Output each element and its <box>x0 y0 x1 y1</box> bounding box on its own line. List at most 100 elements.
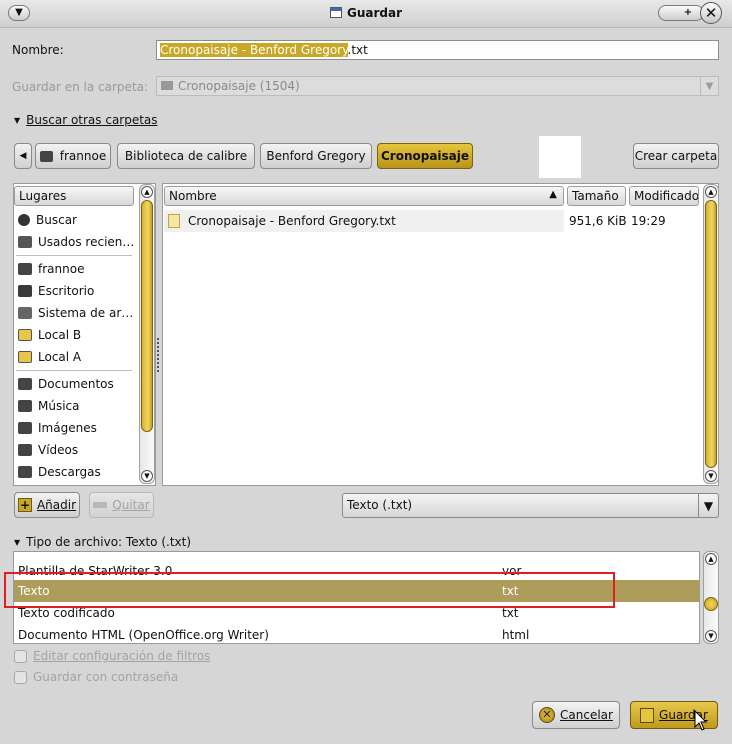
scroll-down-icon[interactable]: ▼ <box>705 630 717 642</box>
column-header-label: Tamaño <box>572 189 619 203</box>
path-segment-calibre[interactable]: Biblioteca de calibre <box>117 143 255 169</box>
name-label: Nombre: <box>12 43 64 57</box>
music-icon <box>18 400 32 412</box>
column-header-label: Nombre <box>169 189 217 203</box>
scroll-down-icon[interactable]: ▼ <box>705 470 717 482</box>
pictures-icon <box>18 422 32 434</box>
place-desktop[interactable]: Escritorio <box>14 280 134 302</box>
window-title-container: Guardar <box>0 6 732 20</box>
path-back-button[interactable]: ◀ <box>14 143 32 169</box>
sort-ascending-icon: ▲ <box>549 189 557 200</box>
place-downloads[interactable]: Descargas <box>14 461 134 483</box>
password-label: Guardar con contraseña <box>33 670 179 684</box>
highlight-annotation-box <box>4 572 615 608</box>
path-blank-area <box>539 136 581 178</box>
place-label: Descargas <box>38 465 101 479</box>
cancel-label: Cancelar <box>560 708 613 722</box>
text-file-icon <box>168 214 180 228</box>
save-in-label: Guardar en la carpeta: <box>12 80 148 94</box>
filesystem-icon <box>18 307 32 319</box>
close-button[interactable]: ✕ <box>700 2 722 24</box>
place-label: Sistema de ar… <box>38 306 134 320</box>
place-filesystem[interactable]: Sistema de ar… <box>14 302 134 324</box>
dropdown-arrow-icon: ▼ <box>698 494 718 517</box>
column-header-name[interactable]: Nombre ▲ <box>164 186 564 206</box>
filetype-name: Texto codificado <box>18 606 115 620</box>
path-segment-home[interactable]: frannoe <box>35 143 111 169</box>
place-pictures[interactable]: Imágenes <box>14 417 134 439</box>
remove-button-label: Quitar <box>112 498 150 512</box>
place-label: Escritorio <box>38 284 95 298</box>
expanded-triangle-icon: ▼ <box>14 116 21 125</box>
place-search[interactable]: Buscar <box>14 209 134 231</box>
create-folder-button[interactable]: Crear carpeta <box>633 143 719 169</box>
remove-place-button[interactable]: Quitar <box>89 492 154 518</box>
name-extension-text: .txt <box>347 43 368 57</box>
column-header-modified[interactable]: Modificado <box>629 186 699 206</box>
place-label: Local B <box>38 328 82 342</box>
close-icon: ✕ <box>704 3 718 22</box>
place-music[interactable]: Música <box>14 395 134 417</box>
add-place-button[interactable]: + Añadir <box>14 492 80 518</box>
places-header[interactable]: Lugares <box>14 186 134 206</box>
places-header-label: Lugares <box>19 189 67 203</box>
downloads-icon <box>18 466 32 478</box>
place-local-b[interactable]: Local B <box>14 324 134 346</box>
desktop-icon <box>18 285 32 297</box>
scroll-up-icon[interactable]: ▲ <box>141 186 153 198</box>
place-label: Buscar <box>36 213 77 227</box>
remove-icon <box>93 502 108 508</box>
place-videos[interactable]: Vídeos <box>14 439 134 461</box>
videos-icon <box>18 444 32 456</box>
home-icon <box>18 263 32 275</box>
window-title: Guardar <box>346 6 402 20</box>
scroll-up-icon[interactable]: ▲ <box>705 553 717 565</box>
place-local-a[interactable]: Local A <box>14 346 134 368</box>
path-segment-label: Benford Gregory <box>266 149 366 163</box>
column-header-size[interactable]: Tamaño <box>567 186 626 206</box>
search-icon <box>18 214 30 226</box>
filetype-row[interactable]: Documento HTML (OpenOffice.org Writer) h… <box>14 624 699 643</box>
name-input[interactable]: Cronopaisaje - Benford Gregory.txt <box>156 40 719 60</box>
save-in-value: Cronopaisaje (1504) <box>178 79 300 93</box>
home-icon <box>39 150 53 162</box>
pane-splitter-handle[interactable] <box>157 338 160 372</box>
path-segment-author[interactable]: Benford Gregory <box>260 143 372 169</box>
folder-icon <box>161 81 173 90</box>
edit-filter-checkbox[interactable] <box>14 650 27 663</box>
filetype-scroll-thumb[interactable] <box>704 597 718 611</box>
place-recent[interactable]: Usados recien… <box>14 231 134 253</box>
maximize-button[interactable]: + <box>658 5 704 21</box>
left-arrow-icon: ◀ <box>19 151 27 161</box>
path-segment-current[interactable]: Cronopaisaje <box>377 143 473 169</box>
add-button-label: Añadir <box>36 498 77 512</box>
places-list: Buscar Usados recien… frannoe Escritorio… <box>14 209 134 483</box>
browse-folders-label: Buscar otras carpetas <box>26 113 158 127</box>
save-in-combo[interactable]: Cronopaisaje (1504) ▼ <box>156 76 719 96</box>
place-label: Local A <box>38 350 82 364</box>
name-selected-text: Cronopaisaje - Benford Gregory <box>160 43 348 57</box>
combo-arrow-icon: ▼ <box>700 77 718 95</box>
mouse-cursor-icon <box>694 710 708 731</box>
browse-folders-expander[interactable]: ▼ Buscar otras carpetas <box>14 113 158 127</box>
recent-icon <box>18 236 32 248</box>
scroll-up-icon[interactable]: ▲ <box>705 186 717 198</box>
filetype-expander[interactable]: ▼ Tipo de archivo: Texto (.txt) <box>14 535 191 549</box>
file-modified: 19:29 <box>631 214 666 228</box>
file-filter-combo[interactable]: Texto (.txt) ▼ <box>342 493 719 518</box>
create-folder-label: Crear carpeta <box>634 149 718 163</box>
place-documents[interactable]: Documentos <box>14 373 134 395</box>
plus-icon: + <box>683 7 693 18</box>
place-home[interactable]: frannoe <box>14 258 134 280</box>
places-separator <box>16 370 132 371</box>
column-header-label: Modificado <box>634 189 699 203</box>
place-label: Imágenes <box>38 421 97 435</box>
files-scroll-thumb[interactable] <box>705 200 717 468</box>
password-checkbox[interactable] <box>14 671 27 684</box>
file-row[interactable]: Cronopaisaje - Benford Gregory.txt <box>164 210 564 232</box>
scroll-down-icon[interactable]: ▼ <box>141 470 153 482</box>
file-size: 951,6 KiB <box>569 214 627 228</box>
cancel-button[interactable]: ✕ Cancelar <box>532 701 620 729</box>
place-label: Música <box>38 399 80 413</box>
places-scroll-thumb[interactable] <box>141 200 153 432</box>
